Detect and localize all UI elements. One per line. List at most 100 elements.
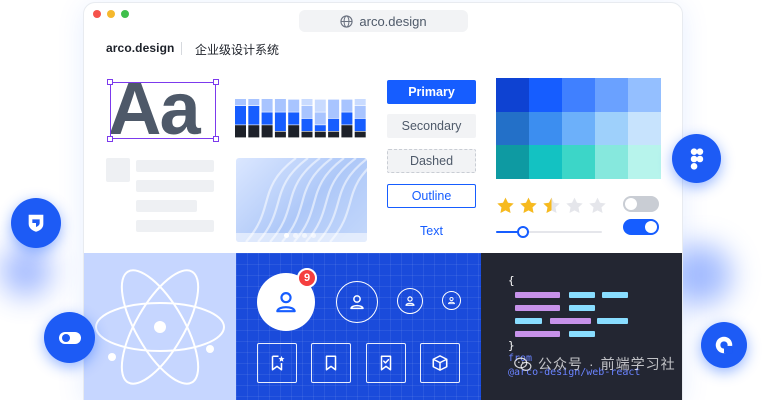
code-token [569, 305, 595, 311]
mini-bar-segment [341, 125, 353, 138]
floating-ring-icon[interactable] [701, 322, 747, 368]
selection-handle[interactable] [213, 136, 219, 142]
color-swatch[interactable] [628, 78, 661, 112]
mini-bar-segment [288, 112, 300, 125]
user-icon [350, 295, 364, 310]
avatar-mini[interactable] [442, 291, 461, 310]
secondary-button[interactable]: Secondary [387, 114, 476, 138]
mini-bar-segment [261, 112, 273, 125]
skeleton-line [136, 180, 214, 192]
color-swatch[interactable] [496, 111, 529, 146]
slider-thumb[interactable] [516, 226, 529, 238]
icon-tile[interactable] [420, 343, 460, 383]
mini-bar-segment [314, 125, 326, 131]
watermark-separator: · [589, 356, 595, 372]
primary-button[interactable]: Primary [387, 80, 476, 104]
skeleton-line [136, 220, 214, 232]
skeleton-avatar [106, 158, 130, 182]
notification-badge: 9 [297, 268, 317, 288]
mini-bar-segment [301, 99, 313, 106]
star-icon[interactable] [496, 196, 515, 215]
mini-bar-segment [301, 131, 313, 138]
slider-track[interactable] [496, 226, 602, 238]
bookmark-check-icon [380, 355, 392, 371]
bookmark-icon [325, 355, 337, 371]
user-icon [448, 296, 455, 305]
mini-bar-segment [235, 99, 246, 106]
code-token [597, 318, 628, 324]
avatar-panel: 9 [236, 253, 481, 400]
brand-logo[interactable]: arco.design [106, 41, 174, 55]
mini-bar-segment [341, 112, 353, 125]
mini-bar-segment [288, 125, 300, 138]
ring-icon [715, 336, 733, 354]
toggle-switch-on[interactable] [623, 219, 659, 235]
illustration-panel [84, 253, 236, 400]
color-swatch[interactable] [529, 111, 562, 146]
url-bar[interactable]: arco.design [299, 10, 468, 32]
mini-bar-segment [301, 106, 313, 119]
mini-bar-segment [235, 125, 246, 138]
header-divider [181, 42, 182, 55]
text-button[interactable]: Text [387, 219, 476, 243]
selection-handle[interactable] [107, 136, 113, 142]
window-minimize-dot[interactable] [107, 10, 115, 18]
browser-window: arco.design arco.design 企业级设计系统 Aa Prima… [83, 2, 683, 400]
mini-bar-chart [235, 99, 366, 138]
color-swatch[interactable] [529, 78, 562, 112]
code-close-brace: } [508, 339, 515, 352]
color-swatch[interactable] [595, 111, 628, 146]
toggle-switch-off[interactable] [623, 196, 659, 212]
carousel-dot-active[interactable] [284, 233, 289, 238]
star-icon[interactable] [588, 196, 607, 215]
mini-bar-segment [248, 106, 260, 125]
mini-bar-segment [274, 112, 286, 131]
dashed-button[interactable]: Dashed [387, 149, 476, 173]
mini-bar-segment [341, 99, 353, 112]
color-swatch[interactable] [562, 145, 595, 179]
mini-bar-segment [274, 99, 286, 112]
globe-icon [340, 14, 354, 28]
cube-icon [432, 355, 448, 371]
mini-bar-segment [314, 112, 326, 125]
carousel-dot[interactable] [302, 233, 307, 238]
carousel-image[interactable] [236, 158, 367, 242]
avatar-small[interactable] [397, 288, 423, 314]
star-icon[interactable] [542, 196, 561, 215]
star-icon[interactable] [519, 196, 538, 215]
floating-brand-icon[interactable] [11, 198, 61, 248]
floating-figma-icon[interactable] [672, 134, 721, 183]
color-swatch[interactable] [628, 145, 661, 179]
code-panel: { } from @arco-design/web-react [481, 253, 682, 400]
window-close-dot[interactable] [93, 10, 101, 18]
avatar-medium[interactable] [336, 281, 378, 323]
color-swatch[interactable] [595, 78, 628, 112]
floating-toggle-icon[interactable] [44, 312, 95, 363]
icon-tile[interactable] [366, 343, 406, 383]
mini-bar-segment [354, 106, 366, 119]
star-rating[interactable] [496, 196, 607, 215]
color-swatch[interactable] [562, 78, 595, 112]
mini-bar-segment [261, 99, 273, 112]
color-swatch[interactable] [595, 145, 628, 179]
color-swatch[interactable] [496, 145, 529, 179]
icon-tile[interactable] [311, 343, 351, 383]
color-swatch[interactable] [562, 111, 595, 146]
color-swatch[interactable] [496, 78, 529, 112]
outline-button[interactable]: Outline [387, 184, 476, 208]
icon-tile[interactable] [257, 343, 297, 383]
color-swatch[interactable] [628, 111, 661, 146]
shield-brand-icon [28, 214, 44, 232]
carousel-dot[interactable] [311, 233, 316, 238]
mini-bar-segment [354, 131, 366, 138]
carousel-dot[interactable] [293, 233, 298, 238]
color-swatch[interactable] [529, 145, 562, 179]
code-token [569, 292, 595, 298]
selection-handle[interactable] [213, 79, 219, 85]
star-icon[interactable] [565, 196, 584, 215]
code-open-brace: { [508, 274, 515, 287]
selection-handle[interactable] [107, 79, 113, 85]
window-maximize-dot[interactable] [121, 10, 129, 18]
skeleton-line [136, 160, 214, 172]
watermark-label: 公众号 [538, 356, 583, 372]
